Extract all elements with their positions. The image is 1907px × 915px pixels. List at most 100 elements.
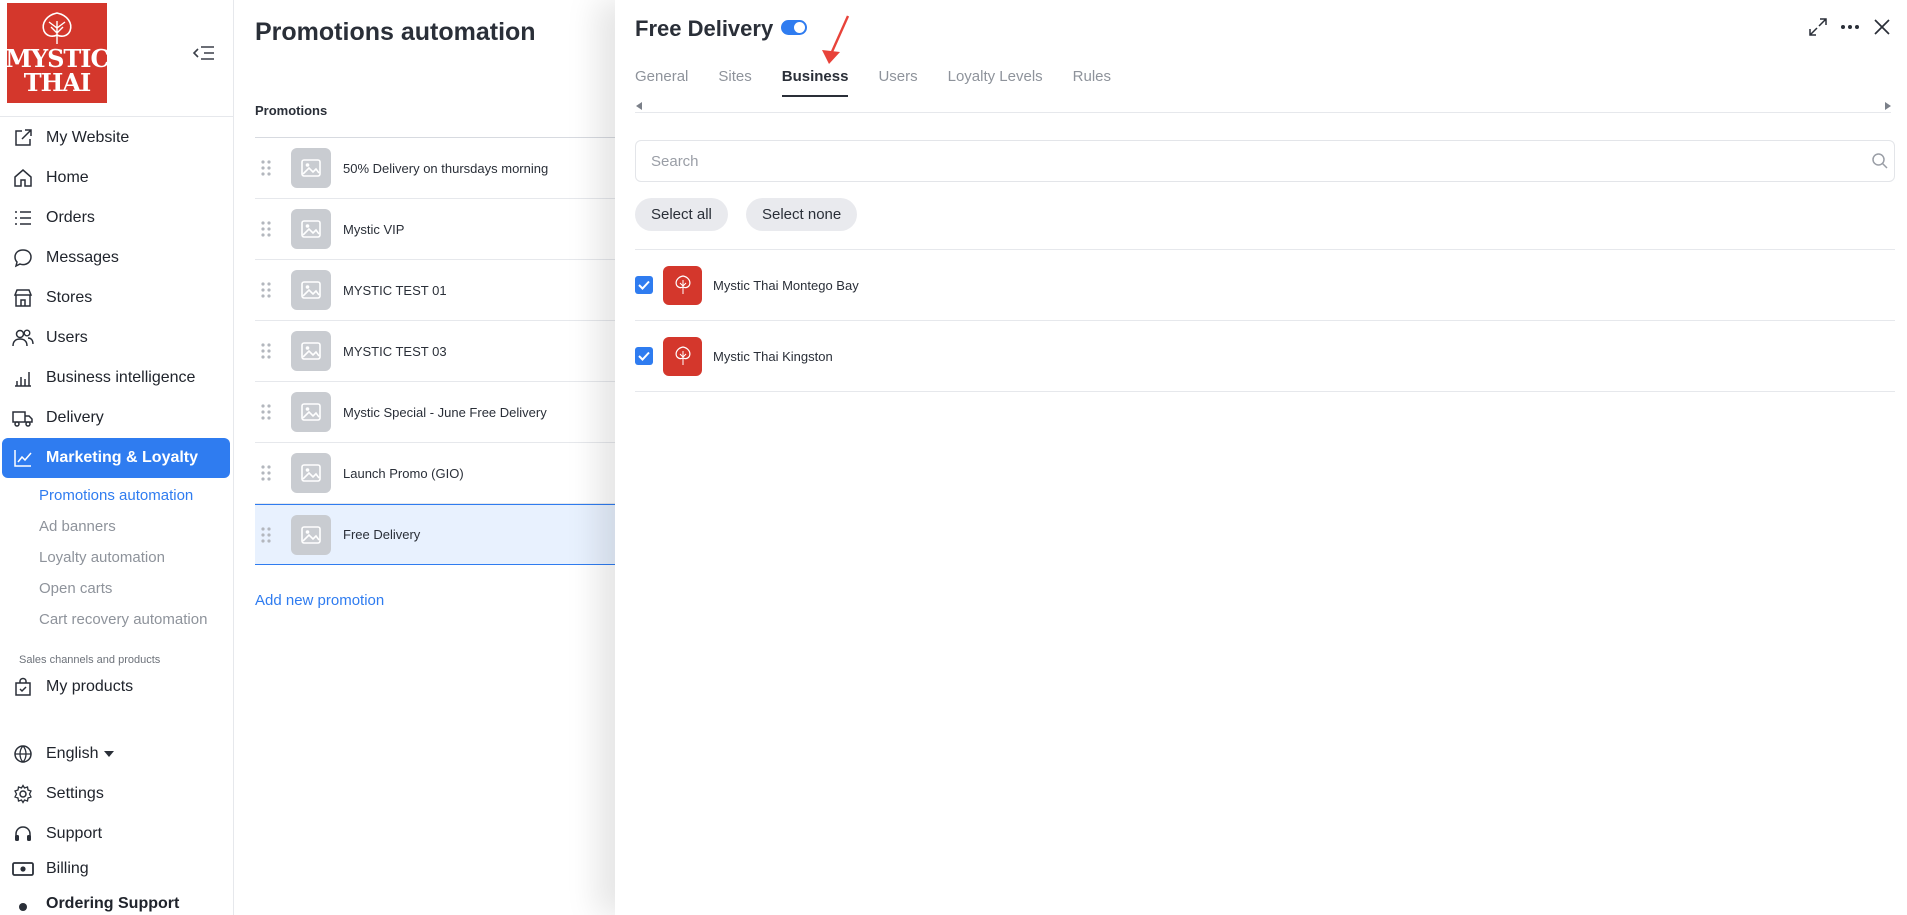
nav-my-website[interactable]: My Website bbox=[0, 118, 233, 158]
tab-users[interactable]: Users bbox=[878, 68, 917, 97]
business-list: Mystic Thai Montego Bay Mystic Thai Kings… bbox=[635, 249, 1895, 392]
scroll-left-icon[interactable] bbox=[636, 102, 642, 110]
nav-stores[interactable]: Stores bbox=[0, 278, 233, 318]
sub-ad-banners[interactable]: Ad banners bbox=[39, 511, 233, 542]
collapse-menu-icon bbox=[192, 46, 214, 60]
truck-icon bbox=[12, 411, 33, 427]
person-icon bbox=[19, 903, 27, 911]
nav-label: Support bbox=[46, 825, 103, 842]
utility-nav: English Settings Support Billing Orderin… bbox=[0, 734, 233, 915]
language-label: English bbox=[46, 745, 99, 762]
promotion-name: MYSTIC TEST 03 bbox=[343, 343, 447, 359]
nav-messages[interactable]: Messages bbox=[0, 238, 233, 278]
search-icon bbox=[1872, 153, 1888, 169]
nav-orders[interactable]: Orders bbox=[0, 198, 233, 238]
nav-business-intelligence[interactable]: Business intelligence bbox=[0, 358, 233, 398]
select-all-button[interactable]: Select all bbox=[635, 198, 728, 231]
nav-label: Delivery bbox=[46, 409, 104, 426]
promotion-row[interactable]: Free Delivery bbox=[255, 504, 615, 565]
business-row: Mystic Thai Montego Bay bbox=[635, 250, 1895, 321]
drag-handle-icon[interactable] bbox=[258, 526, 274, 543]
business-checkbox[interactable] bbox=[635, 347, 653, 365]
nav-users[interactable]: Users bbox=[0, 318, 233, 358]
nav-settings[interactable]: Settings bbox=[0, 774, 233, 814]
nav-label: My products bbox=[46, 678, 134, 695]
nav-label: Messages bbox=[46, 249, 119, 266]
sub-cart-recovery-automation[interactable]: Cart recovery automation bbox=[39, 604, 233, 635]
shopping-bag-icon bbox=[15, 677, 31, 696]
promotion-name: Mystic Special - June Free Delivery bbox=[343, 404, 547, 420]
nav-delivery[interactable]: Delivery bbox=[0, 398, 233, 438]
promotion-row[interactable]: Mystic VIP bbox=[255, 199, 615, 260]
promotion-name: Launch Promo (GIO) bbox=[343, 465, 464, 481]
trend-icon bbox=[14, 450, 32, 467]
gear-icon bbox=[14, 784, 32, 804]
business-search-input[interactable] bbox=[635, 140, 1895, 182]
brand-logo[interactable]: MYSTIC THAI bbox=[5, 3, 110, 103]
promotion-row[interactable]: MYSTIC TEST 01 bbox=[255, 260, 615, 321]
nav-my-products[interactable]: My products bbox=[0, 667, 233, 707]
billing-icon bbox=[12, 862, 34, 876]
caret-down-icon bbox=[104, 751, 115, 757]
tab-sites[interactable]: Sites bbox=[718, 68, 751, 97]
tabs-divider bbox=[635, 112, 1891, 113]
sidebar-divider bbox=[0, 116, 233, 117]
products-nav: My products bbox=[0, 667, 233, 707]
nav-label: My Website bbox=[46, 129, 130, 146]
sub-promotions-automation[interactable]: Promotions automation bbox=[39, 480, 233, 511]
add-new-promotion-link[interactable]: Add new promotion bbox=[255, 592, 384, 609]
expand-button[interactable] bbox=[1807, 16, 1829, 38]
drawer-actions bbox=[1807, 16, 1893, 38]
promotion-row[interactable]: 50% Delivery on thursdays morning bbox=[255, 138, 615, 199]
collapse-sidebar-button[interactable] bbox=[190, 42, 218, 64]
tab-loyalty-levels[interactable]: Loyalty Levels bbox=[948, 68, 1043, 97]
nav-ordering-support[interactable]: Ordering Support bbox=[0, 884, 233, 915]
drag-handle-icon[interactable] bbox=[258, 343, 274, 359]
promotions-list: 50% Delivery on thursdays morning Mystic … bbox=[255, 137, 615, 565]
annotation-arrow-icon bbox=[822, 15, 850, 64]
nav-home[interactable]: Home bbox=[0, 158, 233, 198]
drawer-title: Free Delivery bbox=[635, 16, 774, 41]
business-checkbox[interactable] bbox=[635, 276, 653, 294]
image-placeholder-icon bbox=[291, 453, 331, 493]
headset-icon bbox=[15, 826, 31, 841]
image-placeholder-icon bbox=[291, 209, 331, 249]
image-placeholder-icon bbox=[291, 331, 331, 371]
promotions-panel: Promotions automation Promotions 50% Del… bbox=[235, 0, 615, 915]
tab-general[interactable]: General bbox=[635, 68, 688, 97]
external-link-icon bbox=[15, 129, 32, 146]
drag-handle-icon[interactable] bbox=[258, 404, 274, 420]
sub-loyalty-automation[interactable]: Loyalty automation bbox=[39, 542, 233, 573]
sub-open-carts[interactable]: Open carts bbox=[39, 573, 233, 604]
sidebar: MYSTIC THAI My Website Home Orders Messa… bbox=[0, 0, 234, 915]
language-selector[interactable]: English bbox=[0, 734, 233, 774]
nav-label: Home bbox=[46, 169, 89, 186]
more-options-button[interactable] bbox=[1839, 16, 1861, 38]
promotion-name: MYSTIC TEST 01 bbox=[343, 282, 447, 298]
select-none-button[interactable]: Select none bbox=[746, 198, 858, 231]
column-header: Promotions bbox=[255, 103, 328, 118]
drag-handle-icon[interactable] bbox=[258, 160, 274, 176]
chat-icon bbox=[14, 249, 32, 268]
promotion-row[interactable]: Launch Promo (GIO) bbox=[255, 443, 615, 504]
promotion-enabled-toggle[interactable] bbox=[781, 20, 807, 35]
main-nav: My Website Home Orders Messages Stores U… bbox=[0, 118, 233, 635]
drag-handle-icon[interactable] bbox=[258, 465, 274, 481]
nav-marketing-loyalty[interactable]: Marketing & Loyalty bbox=[2, 438, 230, 478]
nav-billing[interactable]: Billing bbox=[0, 854, 233, 884]
drag-handle-icon[interactable] bbox=[258, 221, 274, 237]
promotion-row[interactable]: Mystic Special - June Free Delivery bbox=[255, 382, 615, 443]
promotion-name: Free Delivery bbox=[343, 527, 421, 542]
home-icon bbox=[14, 169, 32, 187]
nav-support[interactable]: Support bbox=[0, 814, 233, 854]
promotion-row[interactable]: MYSTIC TEST 03 bbox=[255, 321, 615, 382]
tab-business[interactable]: Business bbox=[781, 68, 849, 97]
drag-handle-icon[interactable] bbox=[258, 282, 274, 298]
scroll-right-icon[interactable] bbox=[1885, 102, 1891, 110]
image-placeholder-icon bbox=[291, 148, 331, 188]
nav-label: Settings bbox=[46, 785, 104, 802]
image-placeholder-icon bbox=[291, 392, 331, 432]
tab-rules[interactable]: Rules bbox=[1073, 68, 1111, 97]
close-button[interactable] bbox=[1871, 16, 1893, 38]
tree-logo-icon bbox=[42, 12, 72, 44]
